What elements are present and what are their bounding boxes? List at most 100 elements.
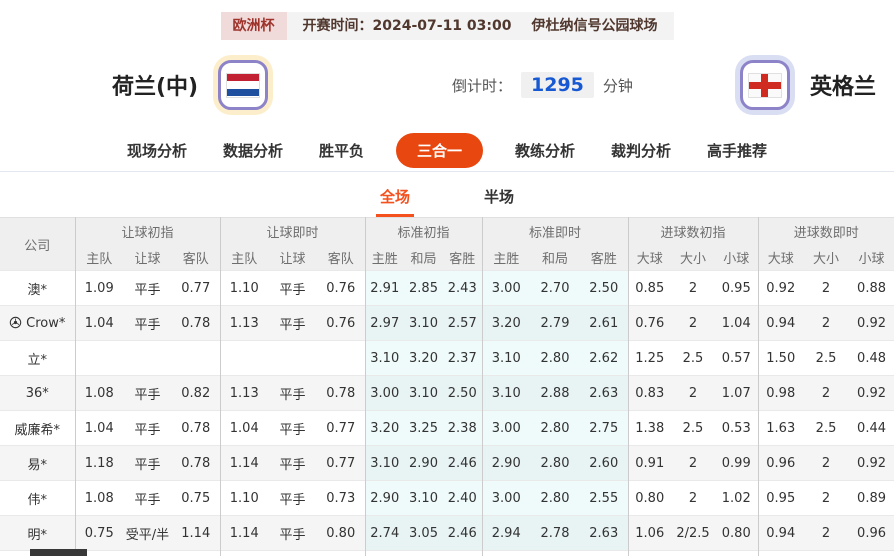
odds-cell-handicap-live-2[interactable]: 0.80 xyxy=(317,516,365,551)
odds-cell-goals-live-0[interactable]: 0.94 xyxy=(758,306,803,341)
company-cell[interactable]: 澳* xyxy=(0,271,75,306)
odds-cell-goals-live-0[interactable]: 0.98 xyxy=(758,376,803,411)
odds-cell-goals-live-2[interactable]: 0.92 xyxy=(849,446,894,481)
odds-cell-handicap-live-2[interactable]: 0.76 xyxy=(317,306,365,341)
odds-cell-standard-initial-2: 2.46 xyxy=(443,516,482,551)
company-cell[interactable]: 36* xyxy=(0,376,75,411)
odds-cell-goals-live-1[interactable]: 2.5 xyxy=(803,341,849,376)
odds-cell-standard-live-0[interactable]: 3.10 xyxy=(482,376,530,411)
odds-cell-handicap-live-0[interactable]: 1.13 xyxy=(220,376,268,411)
tab-three-in-one[interactable]: 三合一 xyxy=(396,133,483,168)
odds-cell-standard-live-2[interactable]: 2.50 xyxy=(580,271,628,306)
odds-cell-handicap-live-0[interactable]: 1.10 xyxy=(220,481,268,516)
odds-cell-goals-live-2[interactable]: 0.48 xyxy=(849,341,894,376)
odds-cell-standard-live-2[interactable]: 2.62 xyxy=(580,341,628,376)
odds-cell-goals-live-1[interactable]: 2 xyxy=(803,446,849,481)
tab-win-draw-lose[interactable]: 胜平负 xyxy=(315,133,368,168)
odds-cell-standard-live-0[interactable]: 3.00 xyxy=(482,411,530,446)
odds-cell-goals-live-2[interactable]: 0.96 xyxy=(849,516,894,551)
odds-cell-handicap-live-2[interactable]: 0.77 xyxy=(317,446,365,481)
company-cell[interactable]: 伟* xyxy=(0,481,75,516)
odds-cell-handicap-live-0[interactable]: 1.10 xyxy=(220,271,268,306)
odds-cell-standard-live-0[interactable]: 2.94 xyxy=(482,516,530,551)
odds-cell-goals-live-0[interactable]: 0.96 xyxy=(758,446,803,481)
odds-cell-standard-live-0[interactable]: 2.90 xyxy=(482,446,530,481)
odds-cell-standard-live-0[interactable]: 3.10 xyxy=(482,341,530,376)
odds-cell-goals-live-1[interactable]: 2 xyxy=(803,516,849,551)
odds-cell-handicap-live-1[interactable]: 平手 xyxy=(268,516,317,551)
period-tab-full-time[interactable]: 全场 xyxy=(376,186,414,217)
odds-cell-handicap-live-1[interactable]: 平手 xyxy=(268,481,317,516)
odds-cell-handicap-live-0[interactable]: 1.04 xyxy=(220,411,268,446)
odds-cell-handicap-live-0[interactable]: 1.14 xyxy=(220,516,268,551)
odds-cell-goals-live-1[interactable]: 2 xyxy=(803,481,849,516)
company-cell[interactable]: 明* xyxy=(0,516,75,551)
odds-cell-standard-live-1[interactable]: 2.80 xyxy=(530,446,580,481)
odds-cell-goals-initial-1: 2 xyxy=(671,376,715,411)
odds-cell-standard-live-1[interactable]: 2.80 xyxy=(530,481,580,516)
odds-cell-handicap-live-2[interactable]: 0.78 xyxy=(317,376,365,411)
odds-cell-goals-live-0[interactable]: 0.92 xyxy=(758,271,803,306)
odds-cell-goals-live-0[interactable]: 0.94 xyxy=(758,516,803,551)
odds-cell-goals-live-2[interactable]: 0.92 xyxy=(849,376,894,411)
odds-cell-standard-live-2[interactable]: 2.63 xyxy=(580,376,628,411)
tab-live-analysis[interactable]: 现场分析 xyxy=(123,133,191,168)
tab-coach-analysis[interactable]: 教练分析 xyxy=(511,133,579,168)
odds-cell-standard-live-0[interactable]: 3.20 xyxy=(482,306,530,341)
odds-cell-standard-initial-0: 2.74 xyxy=(365,516,404,551)
odds-cell-handicap-live-2[interactable]: 0.73 xyxy=(317,481,365,516)
company-cell[interactable]: 易* xyxy=(0,446,75,481)
odds-cell-standard-live-2[interactable]: 2.63 xyxy=(580,516,628,551)
table-row: Crow*1.04平手0.781.13平手0.762.973.102.573.2… xyxy=(0,306,894,341)
odds-cell-standard-live-1[interactable]: 2.80 xyxy=(530,411,580,446)
odds-cell-goals-live-2[interactable]: 0.44 xyxy=(849,411,894,446)
odds-cell-standard-live-1[interactable]: 2.78 xyxy=(530,516,580,551)
odds-cell-goals-live-1[interactable]: 2 xyxy=(803,271,849,306)
odds-cell-standard-live-2[interactable]: 2.55 xyxy=(580,481,628,516)
odds-cell-standard-live-0[interactable]: 3.00 xyxy=(482,481,530,516)
odds-cell-handicap-live-2[interactable]: 0.76 xyxy=(317,271,365,306)
odds-cell-handicap-live-0[interactable] xyxy=(220,341,268,376)
odds-cell-goals-live-2[interactable]: 0.88 xyxy=(849,271,894,306)
odds-cell-goals-live-2[interactable]: 0.89 xyxy=(849,481,894,516)
odds-cell-standard-live-2[interactable]: 2.75 xyxy=(580,411,628,446)
group-header-handicap-initial: 让球初指 xyxy=(75,218,220,245)
odds-cell-handicap-live-1[interactable]: 平手 xyxy=(268,306,317,341)
odds-cell-standard-live-2[interactable]: 2.60 xyxy=(580,446,628,481)
odds-cell-handicap-live-1[interactable]: 平手 xyxy=(268,446,317,481)
odds-cell-standard-live-2[interactable]: 2.61 xyxy=(580,306,628,341)
tab-expert-picks[interactable]: 高手推荐 xyxy=(703,133,771,168)
odds-cell-goals-initial-1: 2 xyxy=(671,271,715,306)
odds-cell-goals-live-1[interactable]: 2 xyxy=(803,306,849,341)
odds-cell-goals-live-1[interactable]: 2.5 xyxy=(803,411,849,446)
odds-cell-goals-live-1[interactable]: 2 xyxy=(803,376,849,411)
company-cell[interactable]: 立* xyxy=(0,341,75,376)
odds-cell-standard-live-0[interactable]: 3.00 xyxy=(482,271,530,306)
tab-referee-analysis[interactable]: 裁判分析 xyxy=(607,133,675,168)
tab-data-analysis[interactable]: 数据分析 xyxy=(219,133,287,168)
odds-cell-standard-live-1[interactable]: 2.80 xyxy=(530,341,580,376)
odds-cell-goals-live-0[interactable]: 1.50 xyxy=(758,341,803,376)
odds-cell-handicap-live-0[interactable]: 1.14 xyxy=(220,446,268,481)
company-name: Crow* xyxy=(26,316,65,331)
sub-header-standard-initial-0: 主胜 xyxy=(365,245,404,271)
odds-cell-goals-initial-0: 0.76 xyxy=(628,306,671,341)
odds-cell-handicap-live-1[interactable]: 平手 xyxy=(268,411,317,446)
odds-cell-standard-initial-0: 3.00 xyxy=(365,376,404,411)
odds-cell-handicap-live-2[interactable]: 0.77 xyxy=(317,411,365,446)
odds-cell-goals-live-0[interactable]: 0.95 xyxy=(758,481,803,516)
odds-cell-standard-live-1[interactable]: 2.79 xyxy=(530,306,580,341)
odds-cell-handicap-live-2[interactable] xyxy=(317,341,365,376)
odds-cell-handicap-live-1[interactable]: 平手 xyxy=(268,376,317,411)
odds-cell-handicap-live-1[interactable]: 平手 xyxy=(268,271,317,306)
odds-cell-handicap-live-1[interactable] xyxy=(268,341,317,376)
odds-cell-goals-live-0[interactable]: 1.63 xyxy=(758,411,803,446)
odds-cell-handicap-live-0[interactable]: 1.13 xyxy=(220,306,268,341)
period-tab-half-time[interactable]: 半场 xyxy=(480,186,518,217)
odds-cell-standard-live-1[interactable]: 2.88 xyxy=(530,376,580,411)
company-cell[interactable]: Crow* xyxy=(0,306,75,341)
odds-cell-handicap-initial-1: 平手 xyxy=(123,376,172,411)
odds-cell-goals-live-2[interactable]: 0.92 xyxy=(849,306,894,341)
company-cell[interactable]: 威廉希* xyxy=(0,411,75,446)
odds-cell-standard-live-1[interactable]: 2.70 xyxy=(530,271,580,306)
